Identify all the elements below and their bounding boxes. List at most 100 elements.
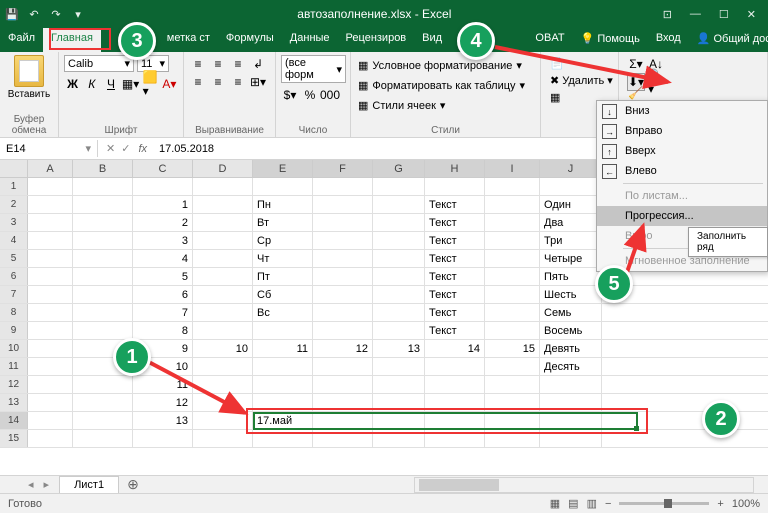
paste-button[interactable]: Вставить	[5, 55, 53, 100]
fx-icon[interactable]: fx	[138, 143, 153, 155]
enter-formula-icon[interactable]: ✓	[121, 142, 130, 155]
cell[interactable]	[73, 214, 133, 231]
italic-button[interactable]: К	[83, 75, 100, 93]
cell[interactable]	[313, 430, 373, 447]
cell[interactable]: Сб	[253, 286, 313, 303]
cell[interactable]: 8	[133, 322, 193, 339]
view-normal-icon[interactable]: ▦	[550, 497, 560, 510]
new-sheet-button[interactable]: ⊕	[119, 474, 147, 495]
cell[interactable]: Текст	[425, 268, 485, 285]
row-header[interactable]: 3	[0, 214, 28, 231]
name-box[interactable]: E14▾	[0, 140, 98, 157]
cell[interactable]	[28, 286, 73, 303]
percent-icon[interactable]: %	[301, 86, 319, 104]
zoom-slider[interactable]	[619, 502, 709, 505]
cell[interactable]	[425, 358, 485, 375]
col-header[interactable]: G	[373, 160, 425, 177]
cell[interactable]	[313, 358, 373, 375]
cell[interactable]: 12	[133, 394, 193, 411]
share-button[interactable]: 👤 Общий доступ	[689, 28, 768, 52]
cell[interactable]	[373, 412, 425, 429]
cell[interactable]: 13	[133, 412, 193, 429]
cell[interactable]	[485, 358, 540, 375]
col-header[interactable]: F	[313, 160, 373, 177]
cell[interactable]: 2	[133, 214, 193, 231]
cell[interactable]	[28, 196, 73, 213]
cell[interactable]: Вс	[253, 304, 313, 321]
cell[interactable]	[28, 376, 73, 393]
ribbon-options-icon[interactable]: ⊡	[663, 8, 672, 21]
cell[interactable]	[485, 376, 540, 393]
cancel-formula-icon[interactable]: ✕	[106, 142, 115, 155]
cell[interactable]	[193, 214, 253, 231]
cell[interactable]	[485, 268, 540, 285]
cell[interactable]	[313, 376, 373, 393]
cell[interactable]	[73, 376, 133, 393]
row-header[interactable]: 2	[0, 196, 28, 213]
cell[interactable]	[193, 358, 253, 375]
delete-cells-button[interactable]: ✖ Удалить ▾	[546, 72, 613, 89]
cell[interactable]: Пт	[253, 268, 313, 285]
cell[interactable]	[485, 412, 540, 429]
row-header[interactable]: 8	[0, 304, 28, 321]
view-break-icon[interactable]: ▥	[587, 497, 597, 510]
cell[interactable]	[540, 412, 602, 429]
cell[interactable]	[373, 304, 425, 321]
select-all-corner[interactable]	[0, 160, 28, 177]
cell[interactable]	[425, 376, 485, 393]
row-header[interactable]: 11	[0, 358, 28, 375]
cell[interactable]	[28, 268, 73, 285]
cell[interactable]	[485, 394, 540, 411]
cell[interactable]	[193, 196, 253, 213]
tab-file[interactable]: Файл	[0, 28, 43, 52]
cell[interactable]	[425, 178, 485, 195]
align-left-icon[interactable]: ≡	[189, 73, 207, 91]
cell[interactable]	[313, 394, 373, 411]
cell[interactable]	[313, 232, 373, 249]
cell[interactable]: Один	[540, 196, 602, 213]
qat-more-icon[interactable]: ▾	[70, 6, 86, 22]
cell[interactable]: Четыре	[540, 250, 602, 267]
cell[interactable]	[193, 376, 253, 393]
align-top-icon[interactable]: ≡	[189, 55, 207, 73]
row-header[interactable]: 6	[0, 268, 28, 285]
sign-in[interactable]: Вход	[648, 28, 689, 52]
cell[interactable]	[485, 430, 540, 447]
fill-color-button[interactable]: 🟨▾	[142, 75, 159, 93]
cell[interactable]	[253, 394, 313, 411]
cell[interactable]	[73, 178, 133, 195]
cell[interactable]: 10	[193, 340, 253, 357]
save-icon[interactable]: 💾	[4, 6, 20, 22]
redo-icon[interactable]: ↷	[48, 6, 64, 22]
cell[interactable]: Вт	[253, 214, 313, 231]
cell[interactable]: Десять	[540, 358, 602, 375]
row-header[interactable]: 1	[0, 178, 28, 195]
col-header[interactable]: B	[73, 160, 133, 177]
cell[interactable]	[28, 214, 73, 231]
cell[interactable]	[193, 430, 253, 447]
row-header[interactable]: 14	[0, 412, 28, 429]
fill-series-item[interactable]: Прогрессия...	[597, 206, 767, 226]
cell[interactable]	[485, 196, 540, 213]
cell[interactable]	[373, 286, 425, 303]
cell[interactable]	[373, 358, 425, 375]
row-header[interactable]: 15	[0, 430, 28, 447]
border-button[interactable]: ▦▾	[122, 75, 140, 93]
cell[interactable]	[28, 232, 73, 249]
col-header[interactable]: C	[133, 160, 193, 177]
tab-review[interactable]: Рецензиров	[338, 28, 415, 52]
row-header[interactable]: 9	[0, 322, 28, 339]
cell[interactable]	[313, 304, 373, 321]
underline-button[interactable]: Ч	[102, 75, 119, 93]
cell[interactable]: 14	[425, 340, 485, 357]
cell[interactable]: 6	[133, 286, 193, 303]
number-format-combo[interactable]: (все форм▾	[281, 55, 346, 83]
cell[interactable]: 11	[133, 376, 193, 393]
scrollbar-thumb[interactable]	[419, 479, 499, 491]
currency-icon[interactable]: $▾	[281, 86, 299, 104]
cell[interactable]	[193, 250, 253, 267]
cell[interactable]	[28, 412, 73, 429]
col-header[interactable]: J	[540, 160, 602, 177]
tab-home[interactable]: Главная	[43, 28, 101, 52]
row-header[interactable]: 7	[0, 286, 28, 303]
